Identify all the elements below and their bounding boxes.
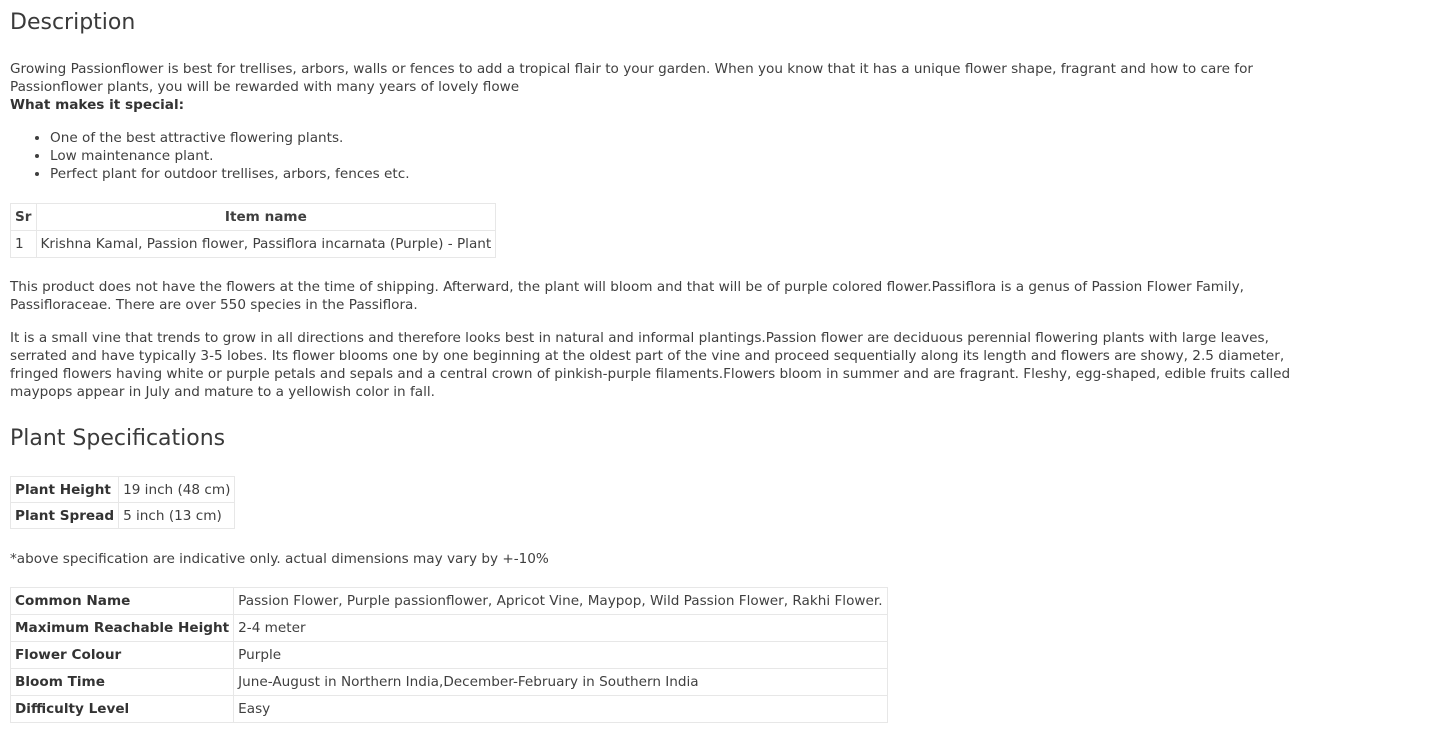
shipping-paragraph: This product does not have the flowers a… [10, 279, 1244, 313]
detail-value: 2-4 meter [233, 614, 888, 642]
table-row: Common Name Passion Flower, Purple passi… [9, 587, 888, 615]
table-row: 1 Krishna Kamal, Passion flower, Passifl… [10, 230, 497, 258]
dimension-note: *above specification are indicative only… [10, 551, 549, 567]
detail-label: Maximum Reachable Height [9, 614, 235, 642]
detail-label: Common Name [9, 587, 235, 615]
table-row: Flower Colour Purple [9, 641, 888, 669]
feature-item: One of the best attractive flowering pla… [50, 129, 410, 147]
spec-label: Plant Spread [9, 502, 120, 529]
detail-value: June-August in Northern India,December-F… [233, 668, 888, 696]
specifications-heading: Plant Specifications [10, 426, 226, 451]
detail-value: Passion Flower, Purple passionflower, Ap… [233, 587, 888, 615]
cell-item-name: Krishna Kamal, Passion flower, Passiflor… [35, 230, 497, 258]
plant-details-paragraph: It is a small vine that trends to grow i… [10, 330, 1291, 400]
table-row: Plant Spread 5 inch (13 cm) [9, 502, 236, 529]
detail-label: Difficulty Level [9, 695, 235, 723]
detail-label: Flower Colour [9, 641, 235, 669]
spec-value: 5 inch (13 cm) [118, 502, 236, 529]
feature-item: Perfect plant for outdoor trellises, arb… [50, 165, 410, 183]
table-row: Maximum Reachable Height 2-4 meter [9, 614, 888, 642]
size-spec-table: Plant Height 19 inch (48 cm) Plant Sprea… [9, 476, 236, 529]
cell-sr: 1 [10, 230, 37, 258]
header-sr: Sr [10, 203, 37, 231]
spec-value: 19 inch (48 cm) [118, 476, 236, 503]
spec-label: Plant Height [9, 476, 120, 503]
table-header-row: Sr Item name [10, 203, 497, 231]
plant-detail-table: Common Name Passion Flower, Purple passi… [9, 587, 888, 723]
detail-label: Bloom Time [9, 668, 235, 696]
feature-item: Low maintenance plant. [50, 147, 410, 165]
detail-value: Easy [233, 695, 888, 723]
description-heading: Description [10, 10, 136, 35]
table-row: Bloom Time June-August in Northern India… [9, 668, 888, 696]
product-description-page: Description Growing Passionflower is bes… [0, 0, 1451, 729]
detail-value: Purple [233, 641, 888, 669]
intro-paragraph: Growing Passionflower is best for trelli… [10, 61, 1253, 95]
table-row: Difficulty Level Easy [9, 695, 888, 723]
header-item-name: Item name [35, 203, 497, 231]
special-heading: What makes it special: [10, 97, 185, 113]
table-row: Plant Height 19 inch (48 cm) [9, 476, 236, 503]
feature-list: One of the best attractive flowering pla… [10, 129, 410, 183]
item-table: Sr Item name 1 Krishna Kamal, Passion fl… [10, 203, 497, 258]
